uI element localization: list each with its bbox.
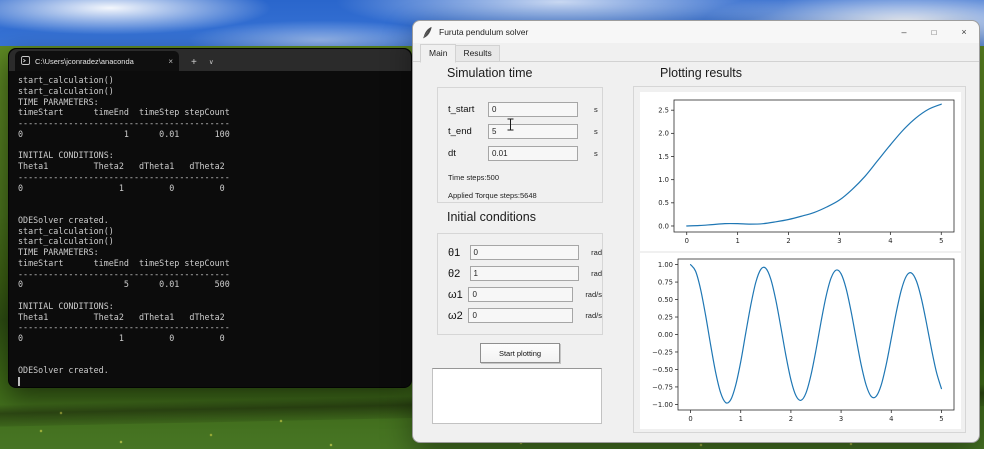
simulation-time-group: t_start 0 s t_end 5 s dt 0.01 s Time steps:500 App… (437, 87, 603, 203)
svg-text:0.0: 0.0 (658, 222, 669, 230)
theta2-label: θ2 (448, 267, 461, 280)
omega2-unit: rad/s (585, 311, 602, 320)
theta1-row: θ1 0 rad (448, 242, 602, 263)
svg-text:5: 5 (939, 237, 943, 245)
sim-info-0: Time steps:500 (448, 173, 499, 182)
maximize-icon[interactable]: □ (919, 21, 949, 43)
simulation-time-heading: Simulation time (447, 66, 533, 80)
text-cursor-pointer (506, 118, 515, 136)
initial-conditions-heading: Initial conditions (447, 210, 536, 224)
svg-text:3: 3 (839, 415, 843, 423)
window-controls: – □ × (889, 21, 979, 43)
app-title: Furuta pendulum solver (439, 27, 529, 37)
svg-text:2.0: 2.0 (658, 130, 669, 138)
theta2-plot: 0 1 2 3 4 5 −1.00 −0.75 −0.50 −0.25 0.00 0.25 0.50 0.… (640, 253, 961, 429)
omega2-row: ω2 0 rad/s (448, 305, 602, 326)
minimize-icon[interactable]: – (889, 21, 919, 43)
svg-text:0.00: 0.00 (658, 331, 673, 339)
initial-conditions-group: θ1 0 rad θ2 1 rad ω1 0 rad/s ω2 0 rad/s (437, 233, 603, 335)
message-listbox[interactable] (432, 368, 602, 424)
svg-text:4: 4 (889, 415, 893, 423)
svg-text:0.5: 0.5 (658, 199, 669, 207)
new-tab-button[interactable]: + (191, 57, 197, 68)
theta2-input[interactable]: 1 (469, 266, 580, 281)
t_end-label: t_end (448, 125, 472, 137)
svg-text:2: 2 (786, 237, 790, 245)
t_start-unit: s (594, 104, 598, 114)
t_end-row: t_end 5 s (448, 120, 602, 142)
svg-text:5: 5 (939, 415, 943, 423)
desktop: C:\Users\jconradez\anaconda × + ∨ start_… (0, 0, 984, 449)
svg-text:1.00: 1.00 (658, 261, 673, 269)
svg-text:0: 0 (688, 415, 692, 423)
tab-main[interactable]: Main (420, 44, 457, 63)
omega1-row: ω1 0 rad/s (448, 284, 602, 305)
svg-text:0.50: 0.50 (658, 296, 673, 304)
start-plotting-button[interactable]: Start plotting (480, 343, 560, 363)
close-tab-icon[interactable]: × (168, 57, 173, 66)
terminal-tab[interactable]: C:\Users\jconradez\anaconda × (15, 51, 179, 71)
dt-input[interactable]: 0.01 (488, 145, 578, 161)
t_start-input[interactable]: 0 (488, 101, 578, 117)
tab-dropdown-icon[interactable]: ∨ (209, 58, 214, 66)
theta1-input[interactable]: 0 (469, 245, 580, 260)
svg-text:4: 4 (888, 237, 892, 245)
omega1-unit: rad/s (585, 290, 602, 299)
terminal-text: start_calculation() start_calculation() … (18, 75, 230, 376)
terminal-tab-bar: C:\Users\jconradez\anaconda × + ∨ (9, 49, 411, 71)
svg-text:−0.50: −0.50 (652, 366, 673, 374)
svg-text:−1.00: −1.00 (652, 401, 673, 409)
wallpaper-flowers (0, 0, 2, 2)
svg-text:1.0: 1.0 (658, 176, 669, 184)
dt-row: dt 0.01 s (448, 142, 602, 164)
plotting-results-group: 0 1 2 3 4 5 0.0 0.5 1.0 1.5 2.0 2.5 0 1 2 3 4 5 −1.00 −0.7… (633, 86, 966, 433)
t_end-unit: s (594, 126, 598, 136)
svg-text:1.5: 1.5 (658, 153, 669, 161)
omega2-label: ω2 (448, 309, 463, 322)
svg-text:3: 3 (837, 237, 841, 245)
svg-text:−0.75: −0.75 (652, 383, 673, 391)
svg-text:2.5: 2.5 (658, 107, 669, 115)
theta2-unit: rad (591, 269, 602, 278)
svg-text:1: 1 (735, 237, 739, 245)
t_end-input[interactable]: 5 (488, 123, 578, 139)
console-icon (21, 52, 30, 70)
python-icon (422, 26, 433, 39)
svg-text:0: 0 (685, 237, 689, 245)
app-window: Furuta pendulum solver – □ × Main Results… (412, 20, 980, 443)
svg-text:−0.25: −0.25 (652, 348, 673, 356)
omega2-input[interactable]: 0 (468, 308, 574, 323)
t_start-row: t_start 0 s (448, 98, 602, 120)
svg-text:1: 1 (739, 415, 743, 423)
svg-text:0.75: 0.75 (658, 278, 673, 286)
t_start-label: t_start (448, 103, 475, 115)
theta1-plot: 0 1 2 3 4 5 0.0 0.5 1.0 1.5 2.0 2.5 (640, 92, 961, 251)
app-titlebar: Furuta pendulum solver – □ × (413, 21, 979, 43)
app-tabrow: Main Results (413, 43, 979, 63)
omega1-label: ω1 (448, 288, 463, 301)
svg-text:2: 2 (789, 415, 793, 423)
terminal-window: C:\Users\jconradez\anaconda × + ∨ start_… (8, 48, 412, 388)
theta1-unit: rad (591, 248, 602, 257)
terminal-cursor (18, 377, 20, 386)
theta2-row: θ2 1 rad (448, 263, 602, 284)
dt-label: dt (448, 147, 456, 159)
terminal-tab-title: C:\Users\jconradez\anaconda (35, 56, 134, 66)
sim-info-1: Applied Torque steps:5648 (448, 191, 537, 200)
tab-results[interactable]: Results (455, 45, 500, 62)
omega1-input[interactable]: 0 (468, 287, 574, 302)
theta1-label: θ1 (448, 246, 461, 259)
terminal-output[interactable]: start_calculation() start_calculation() … (9, 71, 411, 387)
plotting-results-heading: Plotting results (660, 66, 742, 80)
close-icon[interactable]: × (949, 21, 979, 43)
svg-text:0.25: 0.25 (658, 313, 673, 321)
dt-unit: s (594, 148, 598, 158)
